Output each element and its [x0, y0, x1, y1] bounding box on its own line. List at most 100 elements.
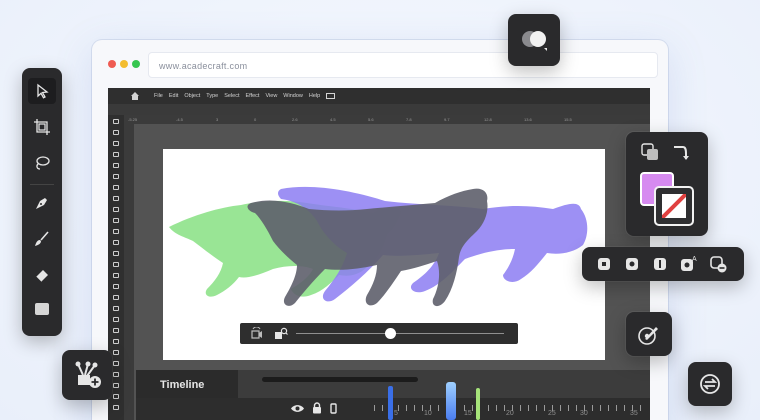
add-to-group-button[interactable] — [62, 350, 112, 400]
close-window-dot[interactable] — [108, 60, 116, 68]
menu-edit[interactable]: Edit — [169, 93, 178, 99]
menu-select[interactable]: Select — [224, 93, 239, 99]
ruler-label: 7.8 — [406, 117, 412, 122]
menu-file[interactable]: File — [154, 93, 163, 99]
delete-anchor-icon[interactable] — [708, 254, 728, 274]
tool-icon[interactable] — [113, 152, 119, 157]
tool-icon[interactable] — [113, 350, 119, 355]
tool-icon[interactable] — [113, 339, 119, 344]
player-progress-thumb[interactable] — [384, 328, 396, 339]
tool-icon[interactable] — [113, 119, 119, 124]
keyframe-toggle-icon[interactable] — [330, 403, 338, 414]
corner-anchor-icon[interactable] — [650, 254, 670, 274]
floating-tools-panel — [22, 68, 62, 336]
ruler-label: 5.6 — [368, 117, 374, 122]
swap-colors-icon[interactable] — [670, 142, 690, 162]
animation-player — [240, 323, 518, 344]
brush-tool-button[interactable] — [28, 226, 56, 252]
tool-icon[interactable] — [113, 405, 119, 410]
timeline-scrollbar[interactable] — [262, 377, 418, 382]
timeline-tick-label: 25 — [548, 410, 556, 417]
timeline-tick-label: 15 — [464, 410, 472, 417]
tool-icon[interactable] — [113, 218, 119, 223]
home-icon[interactable] — [130, 91, 140, 101]
pen-icon — [36, 198, 47, 209]
add-anchor-icon[interactable]: A — [678, 254, 698, 274]
keyframe-marker-blue[interactable] — [388, 386, 393, 420]
tool-icon[interactable] — [113, 328, 119, 333]
tool-icon[interactable] — [113, 262, 119, 267]
menu-object[interactable]: Object — [184, 93, 200, 99]
ruler-label: 12.8 — [484, 117, 492, 122]
smooth-anchor-icon[interactable] — [622, 254, 642, 274]
menu-effect[interactable]: Effect — [246, 93, 260, 99]
lock-icon[interactable] — [312, 402, 322, 414]
artboard-crop-icon — [34, 119, 50, 135]
sync-button[interactable] — [688, 362, 732, 406]
tool-icon[interactable] — [113, 185, 119, 190]
camera-zoom-icon[interactable] — [274, 327, 288, 340]
timeline-tick-label: 20 — [506, 410, 514, 417]
sync-icon — [700, 374, 720, 394]
rectangle-tool-button[interactable] — [28, 296, 56, 322]
shape-builder-button[interactable] — [508, 14, 560, 66]
color-picker-button[interactable] — [626, 312, 672, 356]
menu-help[interactable]: Help — [309, 93, 320, 99]
tool-icon[interactable] — [113, 273, 119, 278]
tool-icon[interactable] — [113, 251, 119, 256]
tool-icon[interactable] — [113, 284, 119, 289]
shape-rectangle-icon — [35, 303, 49, 315]
stroke-color-swatch[interactable] — [654, 186, 694, 226]
eye-icon[interactable] — [290, 403, 305, 414]
tool-icon[interactable] — [113, 240, 119, 245]
ruler-label: -5.25 — [128, 117, 138, 122]
tool-icon[interactable] — [113, 207, 119, 212]
pen-tool-button[interactable] — [28, 190, 56, 216]
tool-icon[interactable] — [113, 317, 119, 322]
minimize-window-dot[interactable] — [120, 60, 128, 68]
tool-icon[interactable] — [113, 130, 119, 135]
menu-bar: File Edit Object Type Select Effect View… — [108, 88, 650, 104]
ruler-label: 15.5 — [564, 117, 572, 122]
color-panel — [626, 132, 708, 236]
tool-icon[interactable] — [113, 163, 119, 168]
tool-icon[interactable] — [113, 196, 119, 201]
timeline-playhead[interactable] — [446, 382, 456, 420]
timeline-ruler[interactable]: 5 10 15 20 25 30 35 — [136, 382, 650, 420]
tool-icon[interactable] — [113, 306, 119, 311]
maximize-window-dot[interactable] — [132, 60, 140, 68]
arrange-icon[interactable] — [640, 142, 660, 162]
url-bar[interactable]: www.acadecraft.com — [148, 52, 658, 78]
anchor-point-icon[interactable] — [594, 254, 614, 274]
tool-icon[interactable] — [113, 295, 119, 300]
timeline-tick-label: 5 — [394, 410, 398, 417]
workspace-switcher-icon[interactable] — [326, 93, 336, 99]
player-progress-track[interactable] — [296, 333, 504, 334]
keyframe-marker-green[interactable] — [476, 388, 480, 420]
tool-icon[interactable] — [113, 394, 119, 399]
document-tab-strip — [108, 104, 650, 115]
artboard-tool-button[interactable] — [28, 114, 56, 140]
replay-camera-icon[interactable] — [250, 327, 264, 340]
ruler-label: 4.5 — [330, 117, 336, 122]
ruler-label: 9.7 — [444, 117, 450, 122]
ruler-label: 0 — [254, 117, 257, 122]
lasso-icon — [36, 156, 50, 170]
select-tool-button[interactable] — [28, 78, 56, 104]
ruler-horizontal: -5.25 -4.5 3 0 2.6 4.5 5.6 7.8 9.7 12.8 … — [124, 115, 650, 124]
tool-icon[interactable] — [113, 174, 119, 179]
eraser-tool-button[interactable] — [28, 262, 56, 288]
tool-icon[interactable] — [113, 361, 119, 366]
anchor-tools-panel: A — [582, 247, 744, 281]
timeline-tick-label: 35 — [630, 410, 638, 417]
tool-icon[interactable] — [113, 141, 119, 146]
timeline-tab[interactable]: Timeline — [136, 370, 238, 400]
tool-icon[interactable] — [113, 229, 119, 234]
tool-icon[interactable] — [113, 383, 119, 388]
menu-type[interactable]: Type — [206, 93, 218, 99]
tool-icon[interactable] — [113, 372, 119, 377]
menu-view[interactable]: View — [265, 93, 277, 99]
lasso-tool-button[interactable] — [28, 150, 56, 176]
menu-window[interactable]: Window — [283, 93, 303, 99]
ruler-label: 13.6 — [524, 117, 532, 122]
